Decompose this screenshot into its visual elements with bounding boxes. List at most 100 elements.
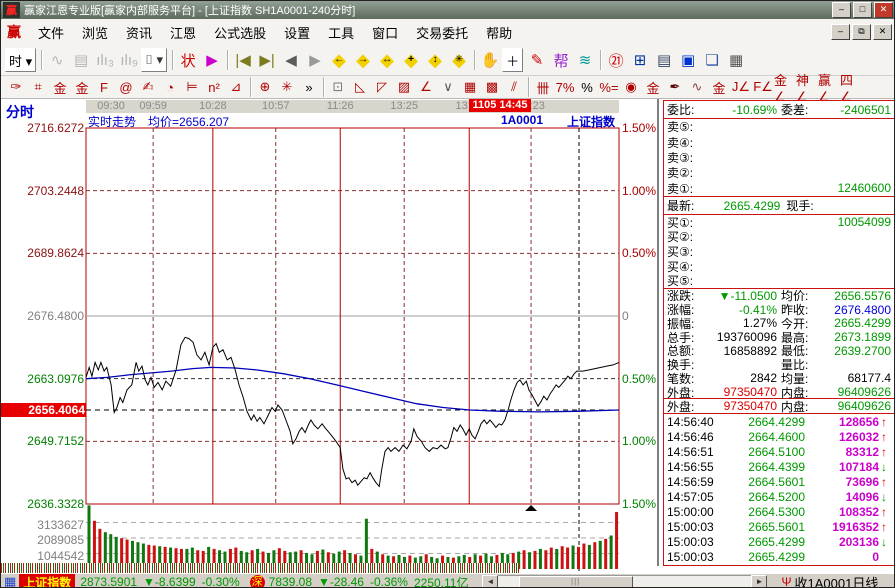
intraday-chart[interactable] (1, 99, 661, 573)
horizontal-scrollbar[interactable]: ◄ ||| ► (482, 575, 767, 588)
percent-line-icon[interactable]: %= (598, 77, 620, 97)
circle-divide-icon[interactable]: ◔ (159, 77, 181, 97)
trade-row[interactable]: 14:57:052664.520014096↓ (664, 489, 894, 504)
crosshair-icon[interactable]: ＋ (502, 48, 523, 72)
mdi-minimize-button[interactable]: – (831, 24, 850, 40)
box-select-icon[interactable]: ⊡ (327, 77, 349, 97)
title-bar[interactable]: 赢 赢家江恩专业版[赢家内部服务平台] - [上证指数 SH1A0001-240… (1, 1, 895, 19)
pen-icon[interactable]: ✎ (525, 48, 549, 72)
close-button[interactable]: ✕ (874, 2, 893, 18)
save-icon[interactable]: ▣ (676, 48, 700, 72)
si-angle-icon[interactable]: 四∠ (840, 77, 862, 97)
j-angle-icon[interactable]: J∠ (730, 77, 752, 97)
angle-line-icon[interactable]: ∠ (415, 77, 437, 97)
f-angle-icon[interactable]: F∠ (752, 77, 774, 97)
first-bar-icon[interactable]: |◀ (231, 48, 255, 72)
candle-dropdown-button[interactable]: ⌷ ▾ (141, 48, 167, 72)
flag-icon[interactable]: ⊿ (225, 77, 247, 97)
hand-icon[interactable]: ✋ (478, 48, 502, 72)
color-band-icon[interactable]: ▶ (200, 48, 224, 72)
percent-icon[interactable]: % (576, 77, 598, 97)
minimize-button[interactable]: – (832, 2, 851, 18)
mdi-close-button[interactable]: ✕ (873, 24, 892, 40)
chart-region[interactable]: 分时 09:3009:5910:2810:5711:2613:2513:5414… (1, 99, 661, 573)
trade-row[interactable]: 15:00:032665.42990 (664, 549, 894, 564)
gold-grid-icon[interactable]: 金 (49, 77, 71, 97)
fan-lines-icon[interactable]: ◺ (349, 77, 371, 97)
diamond-right-icon[interactable]: ◆→ (351, 48, 375, 72)
menu-item-0[interactable]: 文件 (29, 20, 73, 45)
brain-icon[interactable]: ≋ (573, 48, 597, 72)
quote-table-icon[interactable]: ▦ (1, 574, 19, 588)
maximize-button[interactable]: □ (853, 2, 872, 18)
next-bar-icon[interactable]: ▶ (303, 48, 327, 72)
ink-brush-icon[interactable]: ✒ (664, 77, 686, 97)
diamond-vexpand-icon[interactable]: ◆↕ (423, 48, 447, 72)
menu-item-8[interactable]: 交易委托 (407, 20, 477, 45)
gold-angle-icon[interactable]: 金∠ (774, 77, 796, 97)
scroll-left-button[interactable]: ◄ (482, 575, 498, 588)
spiral-icon[interactable]: @ (115, 77, 137, 97)
scroll-thumb[interactable]: ||| (519, 576, 633, 588)
panel-divider[interactable] (657, 99, 660, 566)
trade-row[interactable]: 15:00:032665.4299203136↓ (664, 534, 894, 549)
menu-item-1[interactable]: 浏览 (73, 20, 117, 45)
prev-bar-icon[interactable]: ◀ (279, 48, 303, 72)
menu-item-4[interactable]: 公式选股 (205, 20, 275, 45)
bars9-icon[interactable]: ılı₉ (117, 48, 141, 72)
menu-item-7[interactable]: 窗口 (363, 20, 407, 45)
menu-item-5[interactable]: 设置 (275, 20, 319, 45)
circle-target-icon[interactable]: ⊕ (254, 77, 276, 97)
trend-icon[interactable]: ∿ (45, 48, 69, 72)
brush-ruler-icon[interactable]: ✍ (137, 77, 159, 97)
brush-icon[interactable]: ✑ (5, 77, 27, 97)
gold-grid2-icon[interactable]: 金 (71, 77, 93, 97)
gann-band-icon[interactable]: 帮 (549, 48, 573, 72)
f-grid-icon[interactable]: F (93, 77, 115, 97)
shen-angle-icon[interactable]: 神∠ (796, 77, 818, 97)
trade-row[interactable]: 15:00:002664.5300108352↑ (664, 504, 894, 519)
print-icon[interactable]: ▦ (724, 48, 748, 72)
percent7-icon[interactable]: 7% (554, 77, 576, 97)
red-grid2-icon[interactable]: ▩ (481, 77, 503, 97)
diamond-left-icon[interactable]: ◆← (327, 48, 351, 72)
trade-row[interactable]: 14:56:462664.4600126032↑ (664, 429, 894, 444)
gold-line-icon[interactable]: 金 (642, 77, 664, 97)
trade-list[interactable]: 14:56:402664.4299128656↑14:56:462664.460… (664, 414, 894, 564)
diamond-all-icon[interactable]: ◆✳ (447, 48, 471, 72)
trade-row[interactable]: 14:56:552664.4399107184↓ (664, 459, 894, 474)
trade-row[interactable]: 14:56:592664.560173696↑ (664, 474, 894, 489)
menu-item-6[interactable]: 工具 (319, 20, 363, 45)
menu-item-3[interactable]: 江恩 (161, 20, 205, 45)
diamond-hexpand-icon[interactable]: ◆↔ (375, 48, 399, 72)
grid-tool-icon[interactable]: ⌗ (27, 77, 49, 97)
export-image-icon[interactable]: ❏ (700, 48, 724, 72)
red-grid-icon[interactable]: ▦ (459, 77, 481, 97)
calendar-icon[interactable]: ㉑ (604, 48, 628, 72)
more-tools-chevron[interactable]: » (298, 77, 320, 97)
trade-row[interactable]: 14:56:512664.510083312↑ (664, 444, 894, 459)
gann-grid-icon[interactable]: 状 (176, 48, 200, 72)
gold-angle0-icon[interactable]: 金 (708, 77, 730, 97)
index-ticker-badge[interactable]: 上证指数 (19, 574, 75, 588)
hatch-box-icon[interactable]: ▨ (393, 77, 415, 97)
doc-icon[interactable]: ▤ (69, 48, 93, 72)
trade-row[interactable]: 14:56:402664.4299128656↑ (664, 414, 894, 429)
notepad-icon[interactable]: ▤ (652, 48, 676, 72)
star-target-icon[interactable]: ✳ (276, 77, 298, 97)
mdi-restore-button[interactable]: ⧉ (852, 24, 871, 40)
slash-lines-icon[interactable]: ⫽ (503, 77, 525, 97)
diamond-center-icon[interactable]: ◆+ (399, 48, 423, 72)
count-bars-icon[interactable]: 卌 (532, 77, 554, 97)
trade-row[interactable]: 15:00:032665.56011916352↑ (664, 519, 894, 534)
calculator-icon[interactable]: ⊞ (628, 48, 652, 72)
scroll-right-button[interactable]: ► (751, 575, 767, 588)
fan-box-icon[interactable]: ◸ (371, 77, 393, 97)
ying-angle-icon[interactable]: 赢∠ (818, 77, 840, 97)
v-shape-icon[interactable]: ∨ (437, 77, 459, 97)
menu-item-2[interactable]: 资讯 (117, 20, 161, 45)
sz-badge-icon[interactable]: 深 (250, 575, 265, 588)
n-square-icon[interactable]: n² (203, 77, 225, 97)
bars3-icon[interactable]: ılı₃ (93, 48, 117, 72)
interval-dropdown-button[interactable]: 时 ▾ (5, 48, 36, 72)
